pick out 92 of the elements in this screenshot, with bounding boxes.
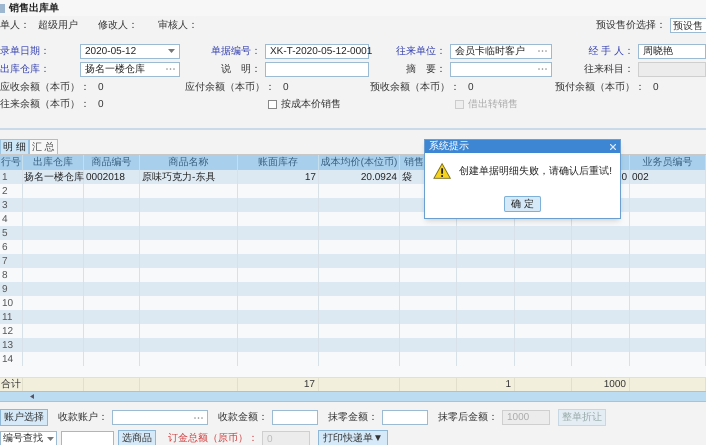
table-cell-text: 17 — [304, 170, 316, 184]
column-header: 商品名称 — [168, 156, 208, 170]
checkbox[interactable]: 按成本价销售 — [268, 97, 341, 112]
field-label: 摘 要： — [406, 62, 446, 76]
field-label: 录单日期： — [0, 44, 50, 58]
row-number: 12 — [2, 324, 14, 338]
search-mode-dropdown[interactable]: 编号查找 — [0, 430, 57, 445]
balance-label: 应收余额（本币）： — [0, 80, 90, 95]
close-icon[interactable] — [610, 144, 616, 150]
table-cell-text: 扬名一楼仓库 — [24, 170, 84, 184]
balance-label: 预收余额（本币）： — [370, 80, 460, 95]
horizontal-scrollbar[interactable] — [0, 391, 706, 402]
caret-icon — [47, 436, 54, 440]
column-header: 业务员编号 — [642, 156, 692, 170]
price-preset-dropdown[interactable]: 预设售 — [670, 18, 706, 32]
table-cell-text: 20.0924 — [360, 170, 397, 184]
row-number: 3 — [2, 198, 8, 212]
caret-icon — [168, 49, 175, 53]
window-title: 销售出库单 — [9, 1, 59, 16]
scroll-left-icon[interactable] — [30, 394, 34, 399]
balance-value: 0 — [98, 81, 104, 95]
tab[interactable]: 汇 总 — [28, 139, 58, 154]
row-number: 14 — [2, 352, 14, 366]
payment-label: 收款账户： — [58, 410, 108, 425]
payment-label: 抹零金额： — [328, 410, 378, 425]
field-label: 单据编号： — [211, 44, 261, 58]
deposit-label: 订金总额（原币）： — [168, 432, 258, 445]
price-preset-label: 预设售价选择： — [596, 18, 666, 32]
table-cell-text: 袋 — [402, 170, 412, 184]
info-label: 审核人： — [158, 18, 198, 32]
total-cell-text: 1 — [505, 378, 511, 392]
balance-label: 往来余额（本币）： — [0, 98, 90, 112]
balance-label: 应付余额（本币）： — [185, 80, 275, 95]
row-number: 13 — [2, 338, 14, 352]
column-header: 商品编号 — [92, 156, 132, 170]
column-header: 行号 — [1, 156, 21, 170]
pick-product-button[interactable]: 选商品 — [118, 430, 156, 445]
balance-value: 0 — [98, 98, 104, 112]
field-label: 经 手 人： — [588, 44, 634, 58]
dialog-message: 创建单据明细失败，请确认后重试! — [459, 164, 612, 178]
table-cell-text: 002 — [632, 170, 649, 184]
column-header: 出库仓库 — [33, 156, 73, 170]
payment-label: 抹零后金额： — [438, 410, 498, 425]
row-number: 9 — [2, 282, 8, 296]
row-number: 10 — [2, 296, 14, 310]
total-cell-text: 1000 — [604, 378, 626, 392]
column-header: 成本均价(本位币) — [320, 156, 398, 170]
table-cell-text: 0002018 — [86, 170, 125, 184]
table-cell-text: 原味巧克力-东具 — [142, 170, 216, 184]
search-input[interactable] — [61, 430, 114, 445]
input-field[interactable]: 周晓艳 — [638, 44, 706, 58]
input-field[interactable] — [265, 62, 369, 76]
payment-label: 收款金额： — [218, 410, 268, 425]
info-value: 超级用户 — [38, 18, 78, 32]
info-label: 单人： — [0, 18, 30, 32]
input-field[interactable] — [382, 410, 428, 425]
input-field[interactable] — [112, 410, 208, 425]
ok-button[interactable]: 确 定 — [504, 196, 541, 212]
table-cell-text: 0 — [621, 170, 627, 184]
input-field[interactable]: 扬名一楼仓库 — [80, 62, 180, 76]
input-field[interactable] — [638, 62, 706, 76]
field-label: 说 明： — [221, 62, 261, 76]
print-button[interactable]: 打印快递单▼ — [318, 430, 388, 445]
column-header: 账面库存 — [258, 156, 298, 170]
input-field[interactable] — [272, 410, 318, 425]
row-number: 4 — [2, 212, 8, 226]
column-header: 销售 — [404, 156, 424, 170]
row-number: 1 — [2, 170, 8, 184]
field-label: 出库仓库： — [0, 62, 50, 76]
row-number: 11 — [2, 310, 12, 324]
info-label: 修改人： — [98, 18, 138, 32]
row-number: 6 — [2, 240, 8, 254]
date-dropdown[interactable]: 2020-05-12 — [80, 44, 180, 58]
warning-icon — [433, 162, 452, 180]
row-number: 2 — [2, 184, 8, 198]
totals-label: 合计 — [1, 378, 21, 392]
account-select-button[interactable]: 账户选择 — [0, 409, 48, 426]
field-label: 往来单位： — [396, 44, 446, 58]
tab[interactable]: 明 细 — [0, 139, 29, 154]
balance-value: 0 — [283, 81, 289, 95]
input-field[interactable]: 会员卡临时客户 — [450, 44, 552, 58]
total-cell-text: 17 — [304, 378, 315, 392]
row-number: 8 — [2, 268, 8, 282]
input-field[interactable] — [450, 62, 552, 76]
balance-label: 预付余额（本币）： — [555, 80, 645, 95]
field-label: 往来科目： — [584, 62, 634, 76]
document-icon — [0, 4, 5, 12]
balance-value: 0 — [468, 81, 474, 95]
row-number: 5 — [2, 226, 8, 240]
row-number: 7 — [2, 254, 8, 268]
dialog-title: 系统提示 — [429, 142, 469, 152]
balance-value: 0 — [653, 81, 659, 95]
